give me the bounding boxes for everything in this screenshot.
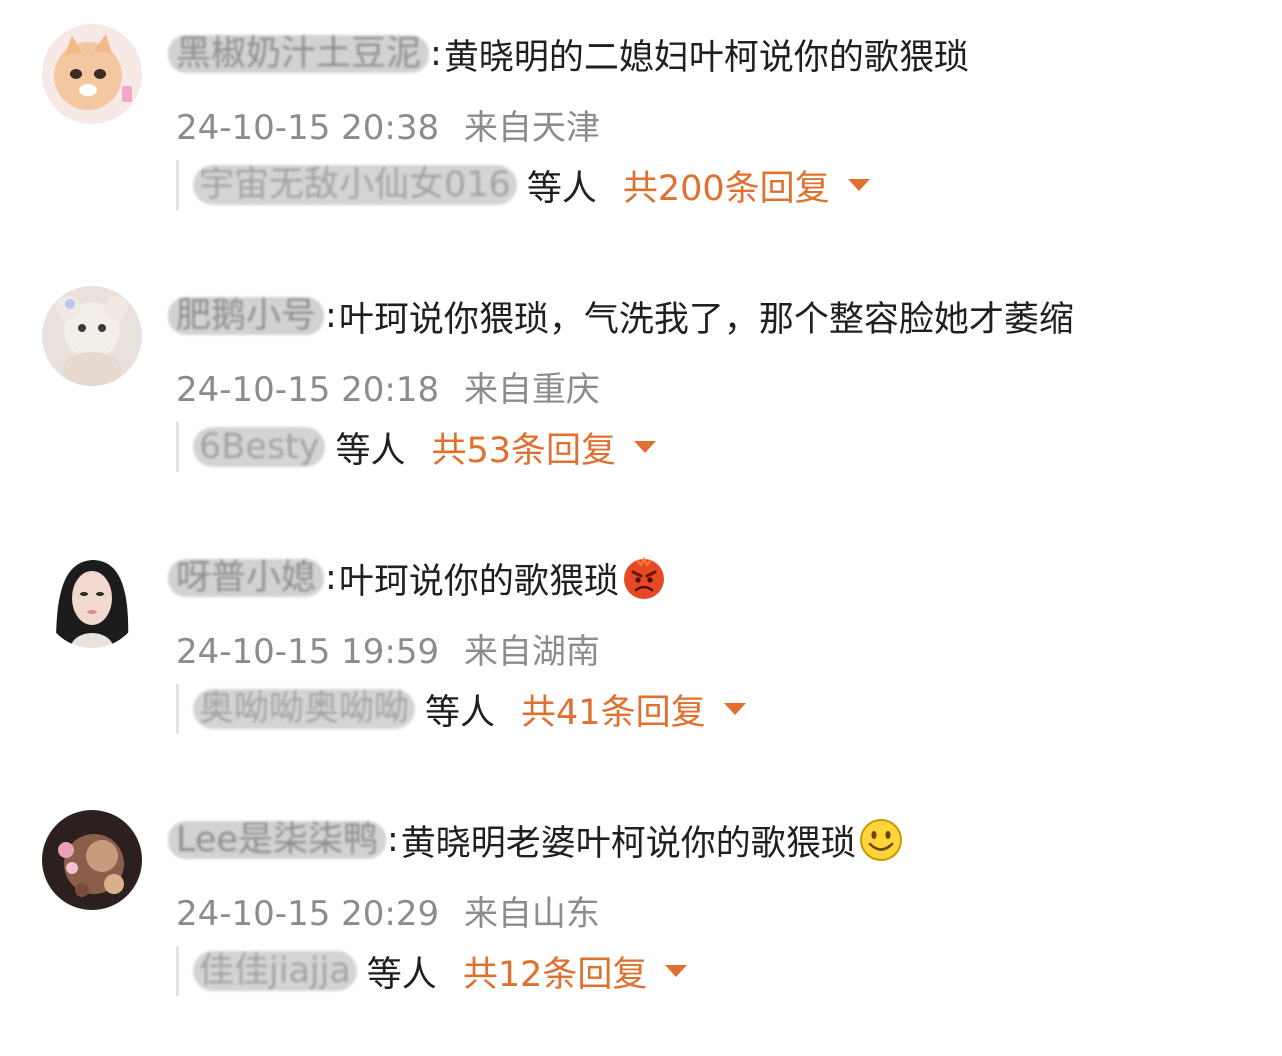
reply-summary[interactable]: 6Besty 等人 共53条回复 (176, 422, 657, 473)
comment-text: 叶珂说你的歌猥琐 (338, 561, 619, 602)
avatar[interactable] (42, 24, 142, 124)
reply-count[interactable]: 共12条回复 (463, 946, 648, 997)
location: 来自山东 (463, 894, 600, 934)
username[interactable]: 黑椒奶汁土豆泥 (168, 35, 430, 73)
avatar[interactable] (42, 548, 142, 648)
caret-down-icon[interactable] (723, 703, 746, 715)
username[interactable]: 呀普小媳 (168, 559, 325, 597)
comment-text: 叶珂说你猥琐，气洗我了，那个整容脸她才萎缩 (338, 299, 1074, 340)
location: 来自重庆 (463, 370, 600, 410)
reply-etc: 等人 (425, 692, 496, 733)
avatar[interactable] (42, 810, 142, 910)
comment-line: 黑椒奶汁土豆泥 : 黄晓明的二媳妇叶柯说你的歌猥琐 (168, 30, 969, 78)
location: 来自湖南 (463, 632, 600, 672)
comment-text: 黄晓明老婆叶柯说你的歌猥琐 (400, 823, 856, 864)
comment-line: 呀普小媳 : 叶珂说你的歌猥琐 (168, 554, 667, 602)
reply-summary[interactable]: 奥呦呦奥呦呦 等人 共41条回复 (176, 684, 746, 734)
angry-face-icon (621, 555, 667, 601)
avatar-image (42, 810, 142, 910)
timestamp: 24-10-15 20:38 (176, 108, 440, 148)
reply-count[interactable]: 共200条回复 (623, 160, 830, 211)
reply-summary[interactable]: 佳佳jiajja 等人 共12条回复 (176, 946, 688, 997)
reply-username[interactable]: 奥呦呦奥呦呦 (193, 689, 416, 729)
avatar[interactable] (42, 286, 142, 386)
colon-separator: : (430, 34, 442, 74)
comment-text: 黄晓明的二媳妇叶柯说你的歌猥琐 (443, 37, 969, 78)
colon-separator: : (325, 558, 337, 598)
comment-item: Lee是柒柒鸭 : 黄晓明老婆叶柯说你的歌猥琐 24-10-15 20:29 来… (0, 786, 1282, 1048)
comment-meta: 24-10-15 20:18 来自重庆 (176, 362, 600, 411)
colon-separator: : (386, 820, 399, 860)
reply-count[interactable]: 共53条回复 (432, 422, 617, 473)
comment-meta: 24-10-15 19:59 来自湖南 (176, 624, 600, 673)
caret-down-icon[interactable] (847, 179, 870, 191)
reply-etc: 等人 (526, 168, 597, 209)
reply-username[interactable]: 佳佳jiajja (193, 951, 357, 991)
caret-down-icon[interactable] (634, 441, 657, 453)
caret-down-icon[interactable] (665, 965, 688, 977)
avatar-image (42, 548, 142, 648)
reply-etc: 等人 (335, 430, 406, 471)
reply-summary[interactable]: 宇宙无敌小仙女016 等人 共200条回复 (176, 160, 870, 210)
comment-line: 肥鹅小号 : 叶珂说你猥琐，气洗我了，那个整容脸她才萎缩 (168, 292, 1074, 340)
username[interactable]: 肥鹅小号 (168, 297, 325, 335)
avatar-image (42, 24, 142, 124)
timestamp: 24-10-15 19:59 (176, 632, 440, 672)
location: 来自天津 (463, 108, 600, 148)
timestamp: 24-10-15 20:18 (176, 370, 440, 410)
reply-username[interactable]: 6Besty (193, 427, 326, 467)
comment-meta: 24-10-15 20:29 来自山东 (176, 886, 600, 935)
timestamp: 24-10-15 20:29 (176, 894, 440, 934)
comment-item: 肥鹅小号 : 叶珂说你猥琐，气洗我了，那个整容脸她才萎缩 24-10-15 20… (0, 262, 1282, 524)
smile-face-icon (858, 817, 904, 863)
comment-item: 呀普小媳 : 叶珂说你的歌猥琐 24-10-15 19:59 来自湖南 奥呦呦奥… (0, 524, 1282, 786)
comment-meta: 24-10-15 20:38 来自天津 (176, 100, 600, 149)
reply-etc: 等人 (366, 954, 437, 995)
colon-separator: : (325, 296, 337, 336)
avatar-image (42, 286, 142, 386)
username[interactable]: Lee是柒柒鸭 (168, 821, 386, 859)
comment-item: 黑椒奶汁土豆泥 : 黄晓明的二媳妇叶柯说你的歌猥琐 24-10-15 20:38… (0, 0, 1282, 262)
reply-username[interactable]: 宇宙无敌小仙女016 (193, 165, 517, 205)
comment-line: Lee是柒柒鸭 : 黄晓明老婆叶柯说你的歌猥琐 (168, 816, 904, 864)
reply-count[interactable]: 共41条回复 (521, 684, 706, 735)
